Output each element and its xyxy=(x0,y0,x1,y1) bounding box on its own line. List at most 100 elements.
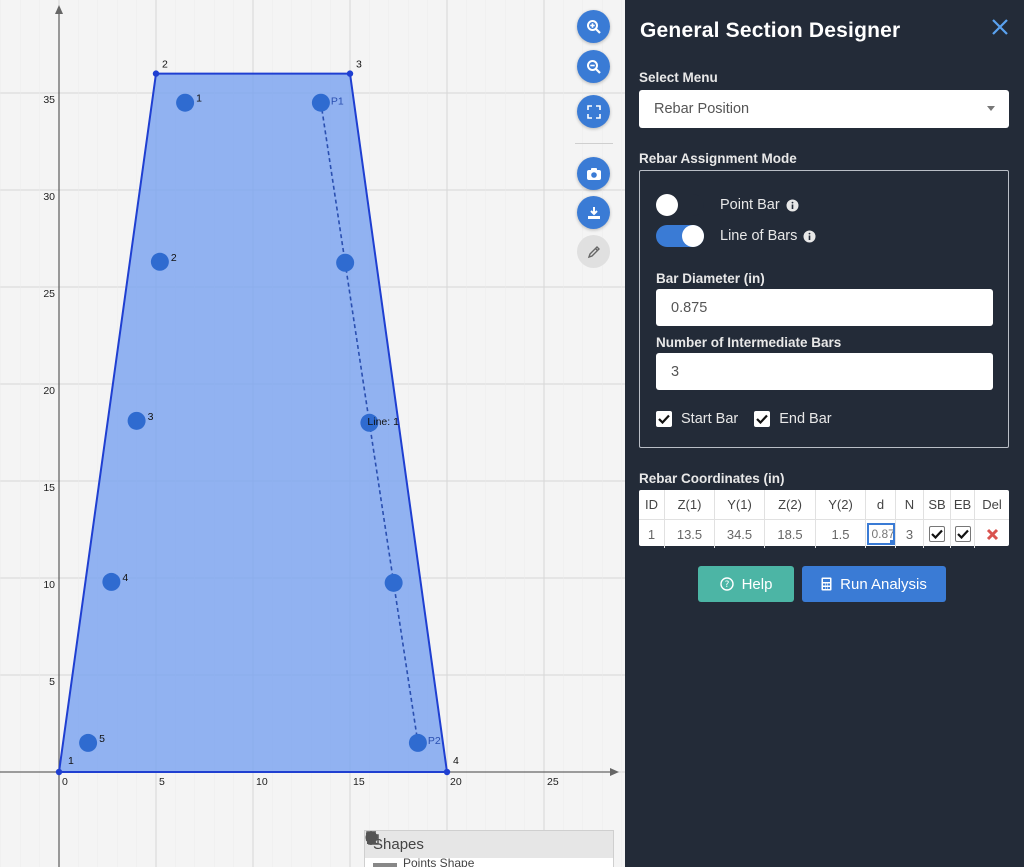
svg-text:?: ? xyxy=(724,580,729,590)
rebar-point xyxy=(102,572,121,591)
end-bar-checkbox[interactable] xyxy=(754,411,771,427)
zoom-out-button[interactable] xyxy=(577,50,610,83)
vertex-point xyxy=(152,70,160,77)
cell-n[interactable]: 3 xyxy=(896,520,924,548)
select-menu-dropdown[interactable]: Rebar Position xyxy=(639,90,1009,128)
table-header-row: ID Z(1) Y(1) Z(2) Y(2) d N SB EB Del xyxy=(639,490,1009,520)
start-bar-label: Start Bar xyxy=(681,411,739,427)
cell-y1[interactable]: 34.5 xyxy=(715,520,765,548)
rebar-point xyxy=(176,93,195,112)
col-header: Y(2) xyxy=(816,490,866,519)
rebar-label: 4 xyxy=(122,572,128,584)
rebar-point xyxy=(150,252,169,271)
num-bars-label: Number of Intermediate Bars xyxy=(656,335,842,350)
cell-d-value: 0.875 xyxy=(871,527,895,541)
y-tick-label: 25 xyxy=(43,288,55,300)
vertex-label: 4 xyxy=(453,755,459,767)
x-tick-label: 20 xyxy=(450,776,462,788)
y-tick-label: 35 xyxy=(43,94,55,106)
point-bar-label: Point Bar xyxy=(720,197,780,213)
y-tick-label: 15 xyxy=(43,482,55,494)
rebar-label: 2 xyxy=(171,252,177,264)
cell-sb[interactable] xyxy=(924,520,951,548)
assignment-mode-box: Point Bar Line of Bars Bar Diameter (in)… xyxy=(639,170,1009,448)
vertex-label: 1 xyxy=(68,755,74,767)
num-bars-input[interactable]: 3 xyxy=(656,353,993,390)
col-header: Y(1) xyxy=(715,490,765,519)
delete-icon[interactable] xyxy=(986,528,999,541)
start-bar-checkbox[interactable] xyxy=(656,411,672,427)
section-canvas[interactable]: 0 5 10 15 20 25 5 10 15 20 25 30 35 1 2 3 4 1 2 3 4 5 P1 P2 Line… xyxy=(0,0,625,867)
bar-diameter-label: Bar Diameter (in) xyxy=(656,271,765,286)
rebar-coords-table: ID Z(1) Y(1) Z(2) Y(2) d N SB EB Del 1 1… xyxy=(639,490,1009,548)
y-tick-label: 5 xyxy=(49,676,55,688)
shapes-header: Shapes xyxy=(365,831,613,858)
vertex-label: 3 xyxy=(356,59,362,71)
section-plot[interactable]: 0 5 10 15 20 25 5 10 15 20 25 30 35 1 2 3 4 1 2 3 4 5 P1 P2 Line… xyxy=(0,0,625,867)
chevron-down-icon xyxy=(987,106,995,111)
zoom-out-icon xyxy=(586,59,601,74)
info-icon[interactable] xyxy=(803,230,816,243)
sb-checkbox[interactable] xyxy=(929,526,945,542)
cell-id[interactable]: 1 xyxy=(639,520,665,548)
edit-button[interactable] xyxy=(577,235,610,268)
info-icon[interactable] xyxy=(786,199,799,212)
vertex-point xyxy=(346,70,354,77)
start-end-row: Start Bar End Bar xyxy=(656,411,848,427)
bar-diameter-input[interactable]: 0.875 xyxy=(656,289,993,326)
cell-d[interactable]: 0.875 xyxy=(866,520,896,548)
x-tick-label: 5 xyxy=(159,776,165,788)
rebar-label: 3 xyxy=(148,411,154,423)
point-bar-row: Point Bar xyxy=(656,193,799,217)
download-icon xyxy=(587,206,600,219)
line-start-label: P1 xyxy=(331,96,344,108)
table-row: 1 13.5 34.5 18.5 1.5 0.875 3 xyxy=(639,520,1009,548)
cell-z2[interactable]: 18.5 xyxy=(765,520,816,548)
cell-z1[interactable]: 13.5 xyxy=(665,520,715,548)
cell-y2[interactable]: 1.5 xyxy=(816,520,866,548)
col-header: d xyxy=(866,490,896,519)
col-header: Del xyxy=(982,497,1002,512)
app-root: 0 5 10 15 20 25 5 10 15 20 25 30 35 1 2 3 4 1 2 3 4 5 P1 P2 Line… xyxy=(0,0,1024,867)
col-header: SB xyxy=(924,490,951,519)
cell-del[interactable] xyxy=(975,520,1009,548)
vertex-point xyxy=(443,768,451,776)
cell-eb[interactable] xyxy=(951,520,975,548)
shapes-panel: Shapes Points Shape xyxy=(364,830,614,867)
screenshot-button[interactable] xyxy=(577,157,610,190)
eb-checkbox[interactable] xyxy=(954,526,971,542)
select-menu-value: Rebar Position xyxy=(654,101,750,117)
fit-screen-button[interactable] xyxy=(577,95,610,128)
rebar-line-point xyxy=(384,573,403,592)
camera-icon xyxy=(586,167,601,180)
help-button[interactable]: ? Help xyxy=(698,566,794,602)
shape-name: Points Shape xyxy=(403,858,475,867)
y-tick-label: 20 xyxy=(43,385,55,397)
zoom-in-icon xyxy=(586,19,601,34)
close-icon[interactable] xyxy=(991,18,1009,41)
rebar-point xyxy=(79,733,98,752)
rebar-coords-label: Rebar Coordinates (in) xyxy=(639,471,785,486)
x-tick-label: 15 xyxy=(353,776,365,788)
question-circle-icon: ? xyxy=(719,577,734,591)
end-bar-label: End Bar xyxy=(779,411,832,427)
line-of-bars-toggle[interactable] xyxy=(656,225,704,247)
rebar-line-point xyxy=(408,733,427,752)
cell-d-editor[interactable]: 0.875 xyxy=(866,523,895,545)
designer-panel: General Section Designer Select Menu Reb… xyxy=(625,0,1024,867)
rebar-label: 5 xyxy=(99,733,105,745)
rebar-label: 1 xyxy=(196,93,202,105)
run-analysis-button[interactable]: Run Analysis xyxy=(802,566,946,602)
fit-screen-icon xyxy=(586,104,601,119)
line-name-label: Line: 1 xyxy=(367,416,399,428)
select-menu-label: Select Menu xyxy=(639,70,718,85)
run-analysis-label: Run Analysis xyxy=(840,575,927,593)
x-tick-label: 10 xyxy=(256,776,268,788)
zoom-in-button[interactable] xyxy=(577,10,610,43)
assignment-mode-label: Rebar Assignment Mode xyxy=(639,151,797,166)
line-of-bars-row: Line of Bars xyxy=(656,224,816,248)
shapes-list-item[interactable]: Points Shape xyxy=(365,858,613,867)
pencil-icon xyxy=(587,245,600,258)
point-bar-toggle[interactable] xyxy=(656,194,704,216)
download-button[interactable] xyxy=(577,196,610,229)
